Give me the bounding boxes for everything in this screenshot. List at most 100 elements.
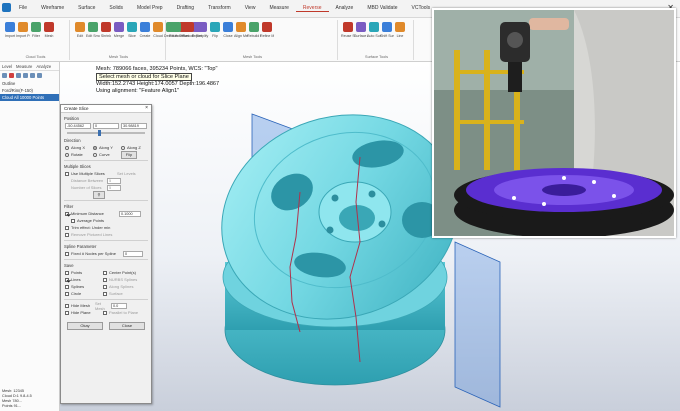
average-points-checkbox[interactable]	[71, 218, 75, 223]
distance-label: Distance Between	[71, 178, 104, 183]
tree-item[interactable]: Outline	[0, 80, 59, 87]
save-circle-label: Circle	[71, 291, 82, 296]
lock-icon[interactable]	[23, 73, 28, 78]
flip-button[interactable]: Flip	[121, 150, 137, 159]
save-along-checkbox[interactable]	[103, 284, 107, 289]
tool-slice-button[interactable]: Slice	[126, 20, 138, 38]
tool-icon	[171, 22, 181, 32]
menu-tab-file[interactable]: File	[12, 5, 34, 12]
mesh-value-field[interactable]: 0.0	[111, 302, 127, 309]
hide-plane-checkbox[interactable]	[65, 310, 69, 315]
menu-tab-measure[interactable]: Measure	[262, 5, 295, 12]
menu-tab-transform[interactable]: Transform	[201, 5, 238, 12]
close-button[interactable]: Close	[109, 321, 145, 330]
tool-auto-surface-button[interactable]: Auto Surface	[367, 20, 381, 38]
radio-curve[interactable]	[93, 152, 97, 157]
save-center-checkbox[interactable]	[103, 270, 107, 275]
save-surface-checkbox[interactable]	[103, 291, 107, 296]
min-distance-field[interactable]: 0.1000	[119, 210, 141, 217]
save-circle-checkbox[interactable]	[65, 291, 69, 296]
hide-mesh-checkbox[interactable]	[65, 303, 69, 308]
filter-icon[interactable]	[30, 73, 35, 78]
set-levels-button[interactable]: Set Levels	[117, 171, 136, 176]
tool-rebuild-mesh-button[interactable]: Rebuild Mesh	[247, 20, 261, 38]
menu-tab-solids[interactable]: Solids	[102, 5, 130, 12]
tool-import-button[interactable]: Import	[4, 20, 16, 38]
app-logo-icon[interactable]	[2, 3, 11, 12]
tool-simplify-button[interactable]: Simplify	[196, 20, 208, 38]
tree-item[interactable]: Ford/Rim(F-150)	[0, 87, 59, 94]
use-multiple-label: Use Multiple Slices	[71, 171, 105, 176]
left-panel: Level Measure Analyze Outline Ford/Rim(F-15…	[0, 62, 60, 411]
menu-tab-mbd-validate[interactable]: MBD Validate	[360, 5, 404, 12]
delete-icon[interactable]	[9, 73, 14, 78]
menu-tab-reverse[interactable]: Reverse	[295, 5, 329, 12]
tool-close-button[interactable]: Close	[222, 20, 234, 38]
menu-tab-surface[interactable]: Surface	[71, 5, 102, 12]
menu-tab-analyze[interactable]: Analyze	[329, 5, 361, 12]
tool-import-preferences-button[interactable]: Import Preferences	[16, 20, 30, 38]
tree-item[interactable]: Cloud All 10000 Points	[0, 94, 59, 101]
fixed-nodes-checkbox[interactable]	[65, 251, 69, 256]
distance-field[interactable]: 5	[107, 177, 121, 184]
tool-edit-button[interactable]: Edit	[74, 20, 86, 38]
menu-tab-view[interactable]: View	[238, 5, 263, 12]
tool-icon	[140, 22, 150, 32]
save-row-3: Splines Along Splines	[61, 283, 151, 290]
menu-tab-wireframe[interactable]: Wireframe	[34, 5, 71, 12]
dialog-close-icon[interactable]: ×	[145, 105, 148, 111]
save-splines-checkbox[interactable]	[65, 284, 69, 289]
left-tab-level[interactable]: Level	[2, 64, 12, 69]
save-nurbs-checkbox[interactable]	[103, 277, 107, 282]
tool-edit-smooth-button[interactable]: Edit Smooth	[86, 20, 100, 38]
scanner-photo-illustration	[434, 10, 674, 236]
position-x-field[interactable]: -50.44562	[65, 122, 91, 129]
distance-row: Distance Between 5	[61, 177, 151, 184]
settings-icon[interactable]	[37, 73, 42, 78]
trim-checkbox[interactable]	[65, 225, 69, 230]
use-multiple-checkbox[interactable]	[65, 171, 69, 176]
menu-tab-model-prep[interactable]: Model Prep	[130, 5, 170, 12]
tool-create-button[interactable]: Create	[139, 20, 151, 38]
add-icon[interactable]	[2, 73, 7, 78]
position-label: Position	[64, 116, 79, 121]
tool-filter-button[interactable]: Filter	[30, 20, 42, 38]
nodes-field[interactable]: 0	[123, 250, 143, 257]
remove-pictured-checkbox[interactable]	[65, 232, 69, 237]
save-label: Save	[64, 263, 74, 268]
tool-merge-button[interactable]: Merge	[113, 20, 125, 38]
tool-line-button[interactable]: Line	[394, 20, 406, 38]
save-points-checkbox[interactable]	[65, 270, 69, 275]
tool-align-mesh-button[interactable]: Align Mesh	[234, 20, 248, 38]
tool-flip-button[interactable]: Flip	[209, 20, 221, 38]
tool-cloud-button[interactable]: Cloud	[152, 20, 164, 38]
tool-fill-holes-button[interactable]: Fill Holes	[169, 20, 183, 38]
radio-along-x[interactable]	[65, 145, 69, 150]
radio-along-y[interactable]	[93, 145, 97, 150]
tool-shift-surface-button[interactable]: Shift Surface	[380, 20, 394, 38]
tool-smooth-button[interactable]: Smooth	[183, 20, 195, 38]
okay-button[interactable]: Okay	[67, 321, 103, 330]
position-z-field[interactable]: 30.98819	[121, 122, 147, 129]
tool-shrink-button[interactable]: Shrink	[100, 20, 112, 38]
position-y-field[interactable]: 0	[93, 122, 119, 129]
position-slider[interactable]	[67, 130, 145, 136]
min-distance-checkbox[interactable]	[65, 211, 69, 216]
tool-reuse-surface-button[interactable]: Reuse Surface	[341, 20, 355, 38]
tool-icon	[382, 22, 392, 32]
number-field[interactable]: 5	[107, 184, 121, 191]
tool-surface-mesh-button[interactable]: Surface Mesh	[354, 20, 368, 38]
spline-label: Spline Parameter	[64, 244, 97, 249]
link-icon[interactable]: ⚲	[93, 190, 105, 199]
save-lines-checkbox[interactable]	[65, 277, 69, 282]
radio-rotate[interactable]	[65, 152, 69, 157]
visibility-icon[interactable]	[16, 73, 21, 78]
parallel-plane-checkbox[interactable]	[103, 310, 107, 315]
menu-tab-drafting[interactable]: Drafting	[170, 5, 202, 12]
radio-along-z[interactable]	[121, 145, 125, 150]
tool-mesh-button[interactable]: Mesh	[43, 20, 55, 38]
left-tab-analyze[interactable]: Analyze	[36, 64, 51, 69]
left-tab-measure[interactable]: Measure	[16, 64, 32, 69]
slice-plane-front[interactable]	[454, 241, 501, 408]
tool-refine-mesh-button[interactable]: Refine Mesh	[260, 20, 274, 38]
